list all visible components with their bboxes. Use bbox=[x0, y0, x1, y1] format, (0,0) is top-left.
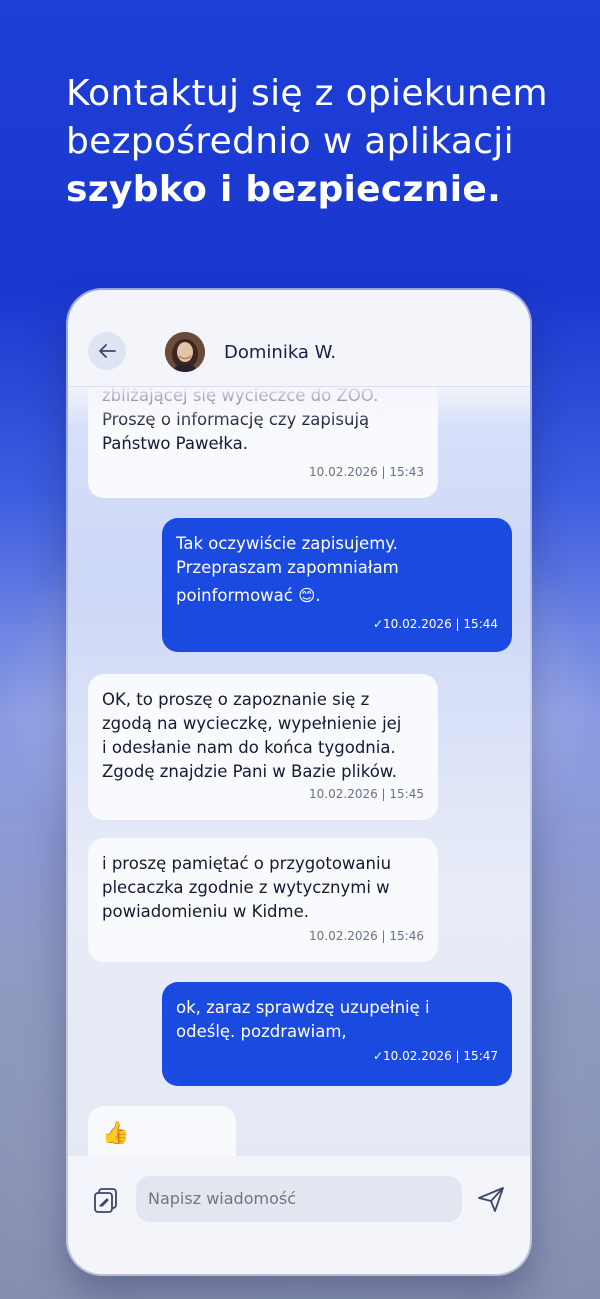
arrow-left-icon bbox=[99, 344, 116, 358]
message-composer bbox=[68, 1156, 530, 1274]
message-line: Zgodę znajdzie Pani w Bazie plików. bbox=[102, 762, 398, 781]
headline-line-3: szybko i bezpiecznie. bbox=[66, 169, 502, 210]
message-text: OK, to proszę o zapoznanie się z zgodą n… bbox=[102, 688, 424, 784]
message-line: ok, zaraz sprawdzę uzupełnię i bbox=[176, 998, 430, 1017]
message-list[interactable]: zbliżającej się wycieczce do ZOO. Proszę… bbox=[68, 386, 530, 1156]
message-input[interactable] bbox=[136, 1176, 462, 1222]
avatar-portrait bbox=[165, 332, 205, 372]
message-line: Proszę o informację czy zapisują bbox=[102, 410, 370, 429]
avatar[interactable] bbox=[165, 332, 205, 372]
contact-name[interactable]: Dominika W. bbox=[224, 342, 336, 363]
attachment-icon bbox=[94, 1188, 117, 1213]
message-line: zgodą na wycieczkę, wypełnienie jej bbox=[102, 714, 402, 733]
phone-mockup: Dominika W. zbliżającej się wycieczce do… bbox=[68, 290, 530, 1274]
message-line: OK, to proszę o zapoznanie się z bbox=[102, 690, 370, 709]
message-line: odeślę. pozdrawiam, bbox=[176, 1022, 347, 1041]
attach-button[interactable] bbox=[92, 1186, 120, 1214]
message-line: powiadomieniu w Kidme. bbox=[102, 902, 309, 921]
message-line: plecaczka zgodnie z wytycznymi w bbox=[102, 878, 390, 897]
message-bubble-outgoing[interactable]: ok, zaraz sprawdzę uzupełnię i odeślę. p… bbox=[162, 982, 512, 1086]
message-bubble-incoming[interactable]: 👍 bbox=[88, 1106, 236, 1156]
message-line: i proszę pamiętać o przygotowaniu bbox=[102, 854, 392, 873]
message-timestamp: 10.02.2026 | 15:46 bbox=[309, 929, 424, 943]
message-text: ok, zaraz sprawdzę uzupełnię i odeślę. p… bbox=[176, 996, 498, 1044]
message-text: Tak oczywiście zapisujemy. Przepraszam z… bbox=[176, 532, 498, 608]
message-line: i odesłanie nam do końca tygodnia. bbox=[102, 738, 396, 757]
message-bubble-incoming[interactable]: OK, to proszę o zapoznanie się z zgodą n… bbox=[88, 674, 438, 820]
message-text: zbliżającej się wycieczce do ZOO. Proszę… bbox=[102, 386, 424, 456]
message-text: i proszę pamiętać o przygotowaniu plecac… bbox=[102, 852, 424, 924]
thumbs-up-emoji: 👍 bbox=[102, 1121, 130, 1146]
message-bubble-outgoing[interactable]: Tak oczywiście zapisujemy. Przepraszam z… bbox=[162, 518, 512, 652]
message-timestamp: ✓10.02.2026 | 15:44 bbox=[372, 617, 498, 631]
send-button[interactable] bbox=[476, 1184, 506, 1214]
message-line: zbliżającej się wycieczce do ZOO. bbox=[102, 386, 379, 405]
message-bubble-incoming[interactable]: i proszę pamiętać o przygotowaniu plecac… bbox=[88, 838, 438, 962]
message-bubble-incoming[interactable]: zbliżającej się wycieczce do ZOO. Proszę… bbox=[88, 386, 438, 498]
message-timestamp: 10.02.2026 | 15:45 bbox=[309, 787, 424, 801]
message-line: Państwo Pawełka. bbox=[102, 434, 248, 453]
message-line: poinformować 😊. bbox=[176, 586, 321, 605]
headline-line-1: Kontaktuj się z opiekunem bbox=[66, 73, 548, 114]
send-icon bbox=[478, 1187, 504, 1212]
message-timestamp: ✓10.02.2026 | 15:47 bbox=[372, 1049, 498, 1063]
message-line: Przepraszam zapomniałam bbox=[176, 558, 399, 577]
headline-line-2: bezpośrednio w aplikacji bbox=[66, 121, 514, 162]
message-line: Tak oczywiście zapisujemy. bbox=[176, 534, 398, 553]
message-timestamp: 10.02.2026 | 15:43 bbox=[309, 465, 424, 479]
chat-header: Dominika W. bbox=[68, 290, 530, 387]
promo-headline: Kontaktuj się z opiekunem bezpośrednio w… bbox=[66, 70, 566, 214]
back-button[interactable] bbox=[88, 332, 126, 370]
